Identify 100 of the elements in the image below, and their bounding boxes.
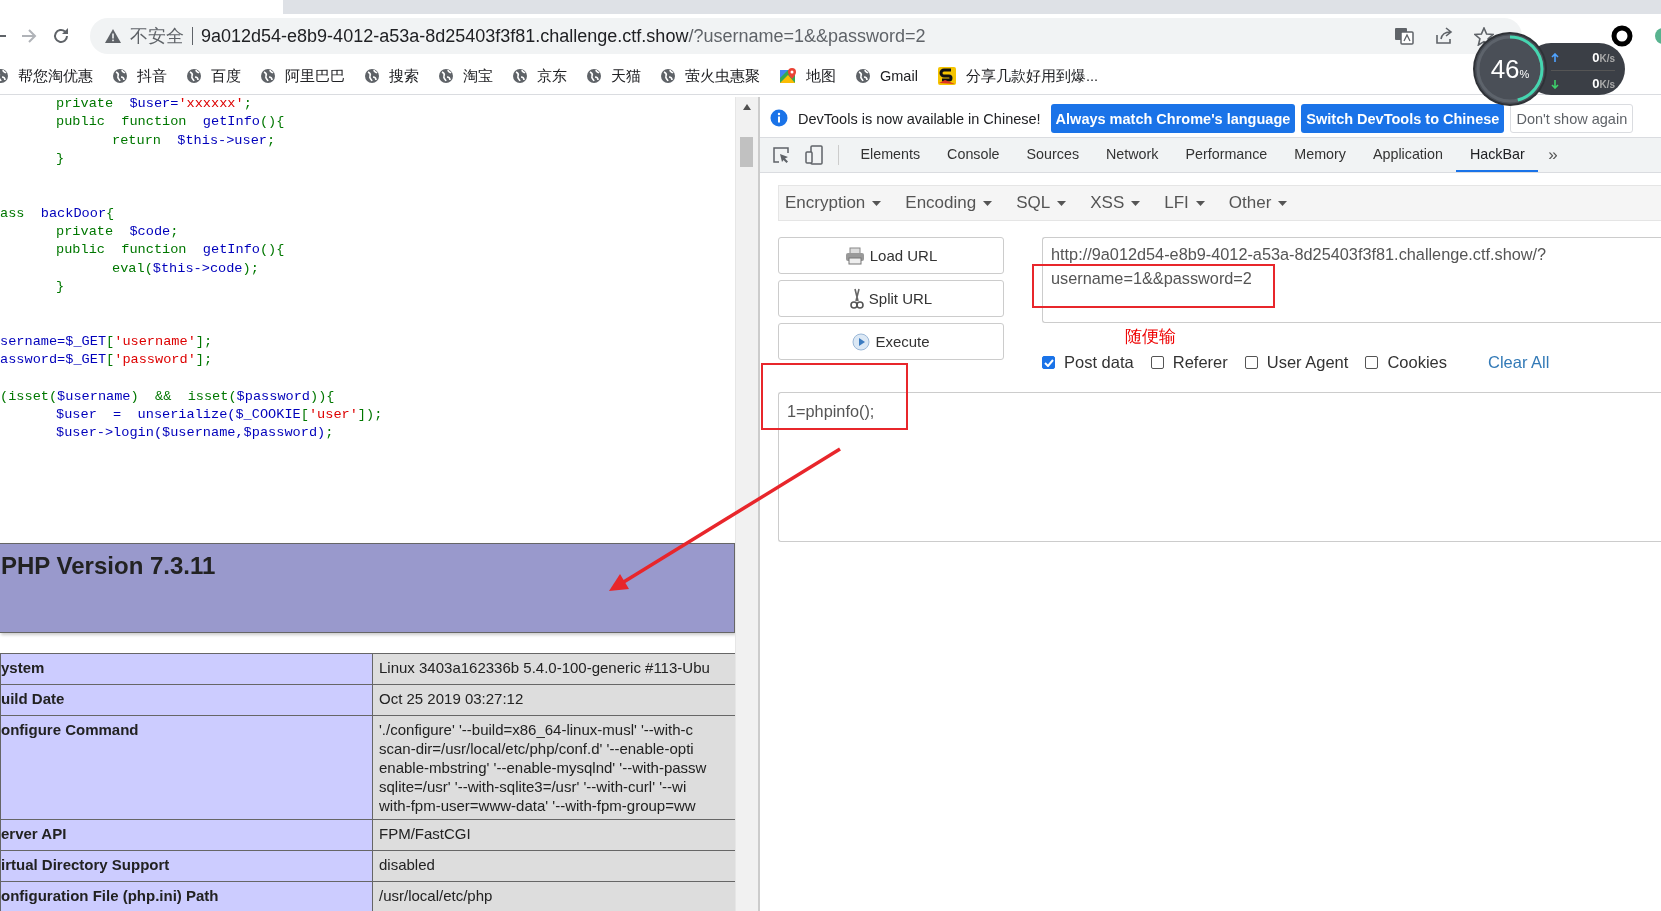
security-label: 不安全 (130, 27, 193, 45)
menu-item[interactable]: Encoding (905, 193, 993, 213)
table-cell: Oct 25 2019 03:27:12 (372, 684, 735, 716)
option-checkbox[interactable]: Referer (1150, 353, 1228, 372)
reload-icon[interactable] (52, 27, 70, 45)
infobar-button[interactable]: Switch DevTools to Chinese (1301, 104, 1505, 133)
bookmark[interactable]: 天猫 (586, 66, 641, 86)
address-bar[interactable]: 不安全 9a012d54-e8b9-4012-a53a-8d25403f3f81.challenge.ctf.show/?username=1&&password=2 (90, 18, 1522, 54)
code-line: assword=$_GET['password']; (0, 351, 213, 370)
clear-all-link[interactable]: Clear All (1488, 353, 1550, 372)
more-tabs-button[interactable]: » (1538, 138, 1568, 172)
action-button[interactable]: Load URL (778, 237, 1004, 274)
globe-icon (855, 68, 871, 84)
devtools-tab[interactable]: HackBar (1456, 138, 1539, 172)
devtools-tab[interactable]: Network (1092, 138, 1172, 172)
code-line: } (55, 149, 65, 168)
bookmark[interactable]: 帮您淘优惠 (0, 66, 93, 86)
globe-icon (186, 68, 202, 84)
translate-icon[interactable] (1394, 27, 1414, 45)
code-line: ass backDoor{ (0, 204, 115, 223)
globe-icon (112, 68, 128, 84)
action-button[interactable]: Split URL (778, 280, 1004, 317)
url-field[interactable]: http://9a012d54-e8b9-4012-a53a-8d25403f3f81.challenge.ctf.show/? username=1&&password=2 (1042, 237, 1661, 323)
devtools-tab[interactable]: Elements (847, 138, 934, 172)
code-line: private $code; (55, 223, 179, 242)
info-message: DevTools is now available in Chinese! (798, 111, 1041, 127)
table-cell: onfiguration File (php.ini) Path (0, 881, 373, 911)
menu-item[interactable]: Encryption (785, 193, 882, 213)
table-cell: disabled (372, 850, 735, 882)
post-data-field[interactable]: 1=phpinfo(); (778, 392, 1661, 542)
scrollbar-thumb[interactable] (740, 137, 753, 167)
bookmark[interactable]: 萤火虫惠聚 (660, 66, 760, 86)
share-icon[interactable] (1434, 27, 1454, 45)
map-pin-icon (779, 67, 797, 85)
code-line: sername=$_GET['username']; (0, 332, 213, 351)
code-line: (isset($username) && isset($password)){ (0, 387, 335, 406)
speed-dial (1475, 34, 1545, 104)
printer-icon (844, 246, 865, 265)
table-cell: Linux 3403a162336b 5.4.0-100-generic #113-Ubu (372, 653, 735, 685)
caret-icon (1057, 200, 1067, 206)
down-arrow-icon (1551, 78, 1559, 89)
caret-icon (1278, 200, 1288, 206)
caret-icon (872, 200, 882, 206)
globe-icon (364, 68, 380, 84)
bookmark[interactable]: 百度 (186, 66, 241, 86)
devtools-tab[interactable]: Performance (1171, 138, 1281, 172)
code-line: private $user='xxxxxx'; (55, 97, 252, 113)
menu-item[interactable]: Other (1228, 193, 1288, 213)
menu-item[interactable]: XSS (1090, 193, 1141, 213)
devtools-tab[interactable]: Sources (1013, 138, 1093, 172)
table-cell: erver API (0, 819, 373, 851)
devtools-tab[interactable]: Memory (1280, 138, 1360, 172)
table-cell: uild Date (0, 684, 373, 716)
bookmark[interactable]: 京东 (512, 66, 567, 86)
speed-value: 0K/s (1592, 76, 1615, 91)
code-line: eval($this->code); (111, 259, 259, 278)
annotation-note: 随便输 (1125, 326, 1177, 348)
device-icon[interactable] (804, 145, 824, 165)
table-cell: ystem (0, 653, 373, 685)
code-line: $user->login($username,$password); (55, 424, 334, 443)
menu-item[interactable]: LFI (1164, 193, 1205, 213)
bookmark[interactable]: 抖音 (112, 66, 167, 86)
option-checkbox[interactable]: Cookies (1365, 353, 1447, 372)
up-arrow-icon (1551, 52, 1559, 63)
ring-icon[interactable] (1611, 25, 1633, 47)
bookmark[interactable]: 分享几款好用到爆... (936, 66, 1098, 86)
option-checkbox[interactable]: Post data (1042, 353, 1134, 372)
speed-value: 0K/s (1592, 50, 1615, 65)
url-text: 9a012d54-e8b9-4012-a53a-8d25403f3f81.challenge.ctf.show/?username=1&&password=2 (201, 25, 926, 47)
bookmark[interactable]: Gmail (855, 68, 918, 84)
check-icon (1043, 358, 1054, 367)
code-line: } (55, 277, 65, 296)
option-checkbox[interactable]: User Agent (1244, 353, 1349, 372)
warning-icon (104, 28, 122, 44)
menu-item[interactable]: SQL (1016, 193, 1067, 213)
table-cell: FPM/FastCGI (372, 819, 735, 851)
globe-icon (586, 68, 602, 84)
globe-icon (660, 68, 676, 84)
devtools-tab[interactable]: Application (1359, 138, 1457, 172)
table-cell: './configure' '--build=x86_64-linux-musl' '--with-c scan-dir=/usr/local/etc/php/conf.d' '--enable-opti enable-mbstring' '--enable-mysqlnd' '--with-passw sqlite=/usr' '--with-sqlite3=/usr' '--with-curl' '--wi with-fpm-user=www-data' '--with-fpm-group=ww (372, 715, 735, 820)
bookmark[interactable]: 搜索 (364, 66, 419, 86)
globe-icon (512, 68, 528, 84)
inspect-icon[interactable] (772, 146, 790, 164)
caret-icon (1131, 200, 1141, 206)
infobar-button[interactable]: Always match Chrome's language (1050, 104, 1296, 133)
bookmark[interactable]: 阿里巴巴 (260, 66, 345, 86)
devtools-tab[interactable]: Console (933, 138, 1014, 172)
action-button[interactable]: Execute (778, 323, 1004, 360)
code-line: public function getInfo(){ (55, 113, 285, 132)
globe-icon (438, 68, 454, 84)
infobar-button[interactable]: Don't show again (1510, 104, 1634, 133)
scroll-up-icon[interactable] (742, 103, 752, 111)
table-cell: onfigure Command (0, 715, 373, 820)
caret-icon (1195, 200, 1205, 206)
table-cell: irtual Directory Support (0, 850, 373, 882)
table-cell: /usr/local/etc/php (372, 881, 735, 911)
app-logo-icon (936, 66, 957, 86)
bookmark[interactable]: 地图 (779, 66, 836, 86)
code-line: return $this->user; (111, 131, 276, 150)
bookmark[interactable]: 淘宝 (438, 66, 493, 86)
